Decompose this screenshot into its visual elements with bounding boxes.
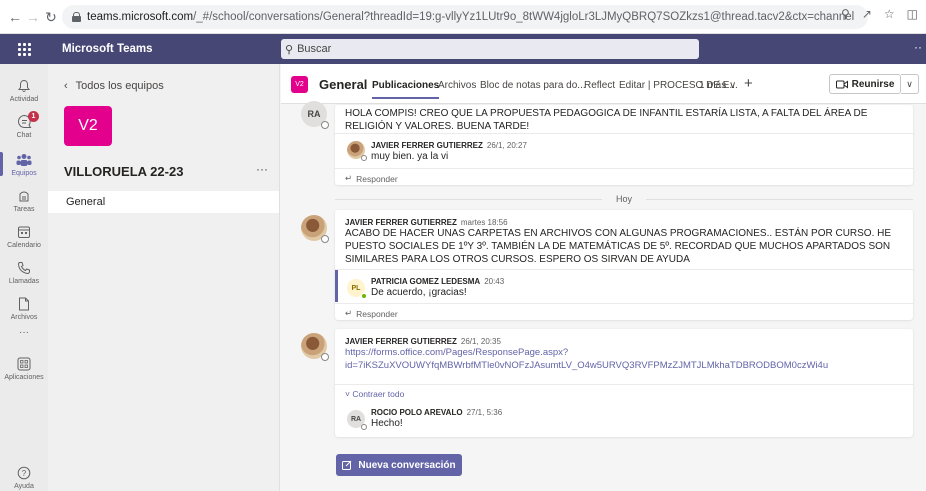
tab-publicaciones[interactable]: Publicaciones	[372, 80, 440, 99]
avatar	[301, 215, 329, 243]
team-name: VILLORUELA 22-23	[64, 164, 184, 179]
app-rail: Actividad 1 Chat Equipos Tareas Calendar…	[0, 64, 48, 491]
post-card: JAVIER FERRER GUTIERREZ martes 18:56 ACAB…	[335, 210, 913, 320]
post-timestamp: 26/1, 20:35	[460, 337, 501, 346]
teams-header: Microsoft Teams ⚲ Buscar ··	[0, 34, 926, 64]
sidebar-icon[interactable]: ◫	[907, 7, 918, 21]
rail-item-tareas[interactable]: Tareas	[0, 182, 48, 218]
chevron-down-icon: ˅	[345, 389, 350, 399]
channel-item-general[interactable]: General	[48, 191, 279, 213]
channel-avatar: V2	[291, 76, 308, 93]
post-card: HOLA COMPIS! CREO QUE LA PROPUESTA PEDAG…	[335, 105, 913, 185]
presence-offline-icon	[321, 235, 329, 243]
avatar: RA	[301, 101, 329, 129]
avatar: RA	[347, 410, 367, 430]
reply-item: RA ROCIO POLO AREVALO 27/1, 5:36 Hecho!	[347, 406, 897, 432]
compose-icon	[342, 460, 352, 470]
channel-title: General	[319, 77, 368, 92]
post-timestamp: martes 18:56	[460, 218, 508, 227]
reply-button[interactable]: ↵ Responder	[345, 173, 398, 184]
reply-text: Hecho!	[371, 418, 403, 429]
meet-button[interactable]: Reunirse	[829, 74, 901, 94]
reply-item: JAVIER FERRER GUTIERREZ 26/1, 20:27 muy b…	[347, 139, 897, 165]
tab-more[interactable]: 1 más ∨	[699, 80, 736, 91]
post-text: HOLA COMPIS! CREO QUE LA PROPUESTA PEDAG…	[345, 108, 868, 132]
rail-item-calendario[interactable]: Calendario	[0, 218, 48, 254]
add-tab-button[interactable]: +	[744, 75, 753, 92]
new-conversation-button[interactable]: Nueva conversación	[336, 454, 462, 476]
meet-dropdown-button[interactable]: ∨	[901, 74, 919, 94]
svg-text:?: ?	[22, 469, 27, 478]
search-icon: ⚲	[285, 43, 294, 56]
file-icon	[16, 296, 32, 312]
zoom-icon[interactable]: ⚲	[841, 7, 850, 21]
apps-icon	[16, 356, 32, 372]
chat-notification-badge: 1	[28, 111, 39, 122]
team-panel: ‹ Todos los equipos V2 VILLORUELA 22-23 …	[48, 64, 280, 491]
back-arrow-icon[interactable]: ←	[6, 8, 24, 26]
presence-offline-icon	[361, 424, 367, 430]
search-placeholder: Buscar	[297, 43, 332, 55]
reply-text: muy bien. ya la vi	[371, 151, 449, 162]
post-author: JAVIER FERRER GUTIERREZ	[345, 337, 457, 346]
day-separator: Hoy	[335, 193, 913, 205]
avatar	[347, 141, 367, 161]
collapse-all-button[interactable]: ˅ Contraer todo	[345, 388, 404, 401]
bell-icon	[16, 78, 32, 94]
forms-link-continued[interactable]: id=7iKSZuXVOUWYfqMBWrbfMTle0vNOFzJAsumtL…	[345, 359, 828, 372]
calendar-icon	[16, 224, 32, 240]
presence-offline-icon	[321, 121, 329, 129]
search-input[interactable]: ⚲ Buscar	[281, 39, 699, 59]
post-author: JAVIER FERRER GUTIERREZ	[345, 218, 457, 227]
team-more-options-button[interactable]: ···	[256, 162, 268, 176]
tab-reflect[interactable]: Reflect	[584, 80, 615, 91]
more-options-icon[interactable]: ··	[914, 40, 922, 54]
rail-item-actividad[interactable]: Actividad	[0, 72, 48, 108]
chevron-left-icon: ‹	[64, 80, 68, 92]
more-icon: ···	[19, 326, 29, 338]
reply-text: De acuerdo, ¡gracias!	[371, 287, 467, 298]
rail-item-chat[interactable]: 1 Chat	[0, 108, 48, 144]
address-bar[interactable]: teams.microsoft.com/_#/school/conversati…	[62, 5, 868, 29]
avatar: PL	[347, 279, 367, 299]
team-avatar: V2	[64, 106, 112, 146]
url-text: teams.microsoft.com/_#/school/conversati…	[87, 11, 855, 23]
reply-item: PL PATRICIA GOMEZ LEDESMA 20:43 De acuerd…	[347, 275, 897, 301]
browser-toolbar: ← → ↻ teams.microsoft.com/_#/school/conv…	[0, 0, 926, 34]
help-icon: ?	[16, 465, 32, 481]
conversation-feed: RA HOLA COMPIS! CREO QUE LA PROPUESTA PE…	[281, 101, 926, 491]
presence-offline-icon	[321, 353, 329, 361]
tab-bloc-de-notas[interactable]: Bloc de notas para do...	[480, 80, 586, 91]
rail-item-llamadas[interactable]: Llamadas	[0, 254, 48, 290]
post-text: ACABO DE HACER UNAS CARPETAS EN ARCHIVOS…	[345, 228, 892, 265]
forward-arrow-icon[interactable]: →	[24, 8, 42, 26]
browser-actions: ⚲ ↗ ☆ ◫	[841, 7, 918, 21]
rail-item-ayuda[interactable]: ? Ayuda	[0, 459, 48, 491]
presence-available-icon	[361, 293, 367, 299]
post-card: JAVIER FERRER GUTIERREZ 26/1, 20:35 https…	[335, 329, 913, 437]
rail-item-equipos[interactable]: Equipos	[0, 146, 48, 182]
teams-icon	[16, 152, 32, 168]
video-camera-icon	[835, 80, 848, 88]
reply-button[interactable]: ↵ Responder	[345, 308, 398, 319]
all-teams-link[interactable]: ‹ Todos los equipos	[64, 80, 164, 92]
app-launcher-icon[interactable]	[0, 34, 48, 64]
lock-icon	[72, 12, 81, 22]
reload-icon[interactable]: ↻	[42, 8, 60, 26]
star-icon[interactable]: ☆	[884, 7, 895, 21]
app-name: Microsoft Teams	[62, 43, 153, 55]
avatar	[301, 333, 329, 361]
reply-arrow-icon: ↵	[345, 173, 353, 183]
rail-more-button[interactable]: ···	[0, 322, 48, 342]
tab-archivos[interactable]: Archivos	[438, 80, 476, 91]
share-icon[interactable]: ↗	[862, 7, 872, 21]
rail-item-aplicaciones[interactable]: Aplicaciones	[0, 350, 48, 386]
forms-link[interactable]: https://forms.office.com/Pages/ResponseP…	[345, 346, 568, 359]
reply-arrow-icon: ↵	[345, 308, 353, 318]
assignments-icon	[16, 188, 32, 204]
rail-item-archivos[interactable]: Archivos	[0, 290, 48, 326]
channel-header: V2 General Publicaciones Archivos Bloc d…	[281, 64, 926, 104]
phone-icon	[16, 260, 32, 276]
